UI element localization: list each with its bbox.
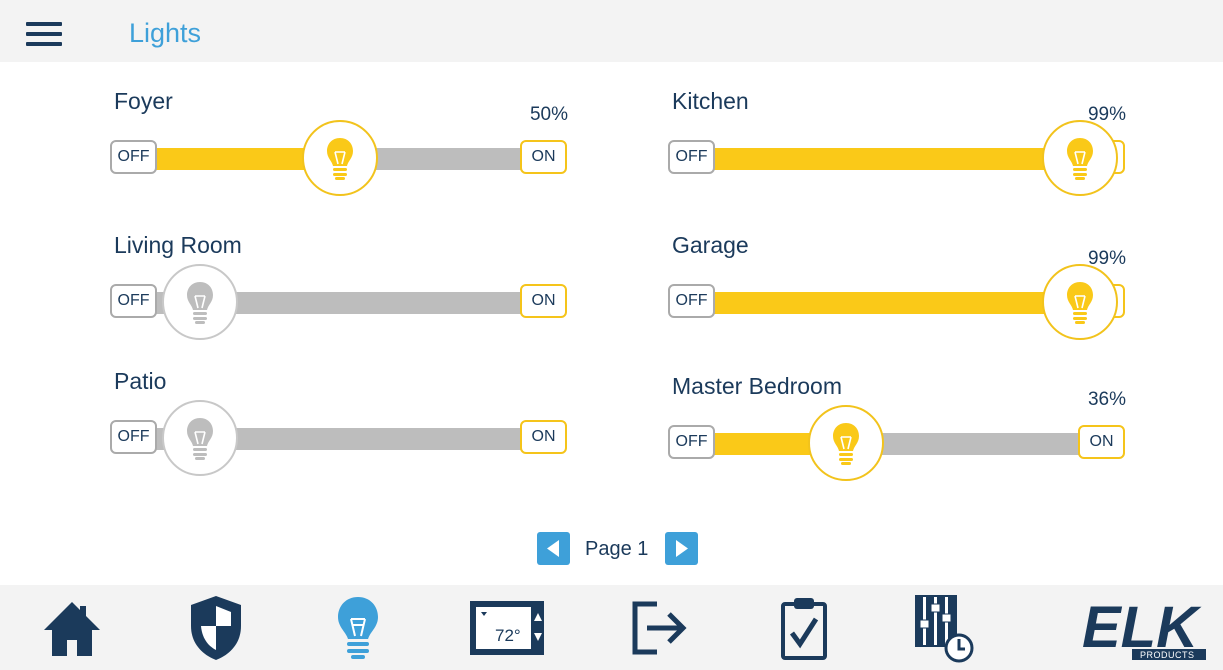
light-master-bedroom: Master Bedroom 36% OFF ON <box>668 373 1128 493</box>
nav-lights-button[interactable] <box>318 593 398 663</box>
lightbulb-icon <box>1067 282 1094 324</box>
nav-automation-button[interactable] <box>900 593 980 663</box>
exit-arrow-icon <box>632 601 687 655</box>
light-name: Patio <box>114 368 167 394</box>
light-off-button[interactable]: OFF <box>668 284 715 318</box>
dimmer-knob[interactable] <box>162 400 238 476</box>
light-name: Foyer <box>114 88 173 114</box>
lightbulb-icon <box>187 282 213 324</box>
light-level: 36% <box>1087 389 1126 410</box>
nav-outputs-button[interactable] <box>620 593 700 663</box>
lightbulb-icon <box>187 418 213 460</box>
elk-logo-subtext: PRODUCTS <box>1140 650 1195 660</box>
shield-icon <box>191 596 241 660</box>
clipboard-check-icon <box>781 598 827 660</box>
home-icon <box>44 602 100 656</box>
light-name: Kitchen <box>672 88 749 114</box>
page-indicator: Page 1 <box>585 538 649 560</box>
light-name: Living Room <box>114 232 242 258</box>
dimmer-knob[interactable] <box>302 120 378 196</box>
light-garage: Garage99%OFFON <box>668 232 1128 352</box>
light-on-button[interactable]: ON <box>1078 425 1125 459</box>
lightbulb-icon <box>338 597 378 659</box>
nav-security-button[interactable] <box>176 593 256 663</box>
light-name: Garage <box>672 232 749 258</box>
nav-home-button[interactable] <box>32 593 112 663</box>
page-title: Lights <box>129 18 202 48</box>
bottom-nav: 72° ELK PRODUCTS <box>0 585 1223 670</box>
light-off-button[interactable]: OFF <box>668 425 715 459</box>
next-page-button[interactable] <box>665 532 698 565</box>
header-bar: Lights <box>0 0 1223 62</box>
light-foyer: Foyer 50% OFF ON <box>110 88 570 208</box>
light-name: Master Bedroom <box>672 373 843 399</box>
light-off-button[interactable]: OFF <box>110 420 157 454</box>
dimmer-track[interactable] <box>712 292 1084 314</box>
dimmer-knob[interactable] <box>1042 264 1119 340</box>
hamburger-menu-icon[interactable] <box>26 22 62 46</box>
dimmer-fill <box>712 148 1081 170</box>
dimmer-fill <box>712 292 1081 314</box>
thermostat-temp: 72° <box>495 626 521 645</box>
thermostat-icon: 72° <box>470 601 544 655</box>
light-level: 50% <box>529 104 568 125</box>
nav-thermostat-button[interactable]: 72° <box>468 593 548 663</box>
light-off-button[interactable]: OFF <box>110 140 157 174</box>
dimmer-track[interactable] <box>712 433 1084 455</box>
light-off-button[interactable]: OFF <box>110 284 157 318</box>
light-on-button[interactable]: ON <box>520 420 567 454</box>
light-kitchen: Kitchen99%OFFON <box>668 88 1128 208</box>
light-on-button[interactable]: ON <box>520 140 567 174</box>
lightbulb-icon <box>832 423 859 465</box>
light-patio: Patio OFF ON <box>110 368 570 488</box>
elk-logo: ELK PRODUCTS <box>1082 595 1206 661</box>
arrow-right-icon <box>676 540 688 557</box>
nav-tasks-button[interactable] <box>764 593 844 663</box>
dimmer-knob[interactable] <box>807 405 884 481</box>
dimmer-knob[interactable] <box>1042 120 1119 196</box>
lightbulb-icon <box>327 138 353 180</box>
light-living-room: Living Room OFF ON <box>110 232 570 352</box>
dimmer-knob[interactable] <box>162 264 238 340</box>
arrow-left-icon <box>547 540 559 557</box>
sliders-clock-icon <box>915 595 974 663</box>
lightbulb-icon <box>1067 138 1094 180</box>
prev-page-button[interactable] <box>537 532 570 565</box>
light-on-button[interactable]: ON <box>520 284 567 318</box>
dimmer-track[interactable] <box>712 148 1084 170</box>
light-off-button[interactable]: OFF <box>668 140 715 174</box>
